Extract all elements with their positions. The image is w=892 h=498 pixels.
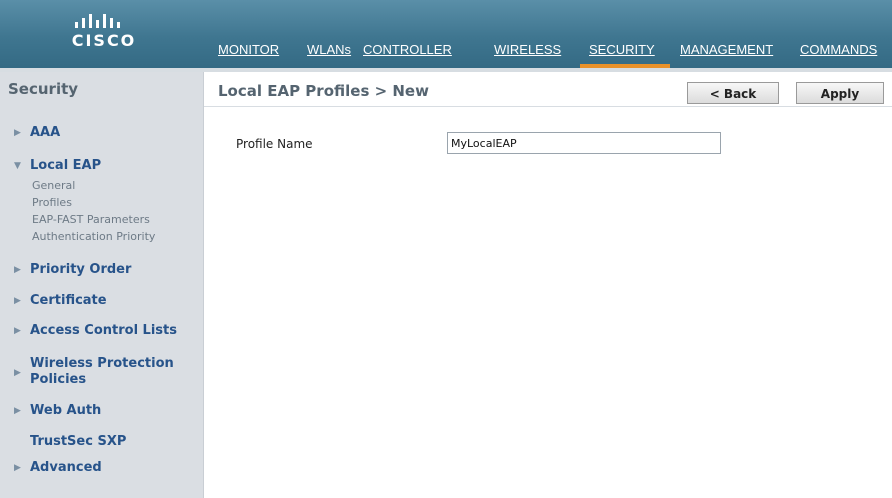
nav-commands[interactable]: COMMANDS — [800, 42, 877, 57]
sidebar-item-aaa[interactable]: ▶ AAA — [14, 125, 60, 140]
sidebar-item-label: Advanced — [30, 460, 102, 475]
arrow-right-icon: ▶ — [14, 325, 21, 336]
sidebar-item-local-eap[interactable]: ▼ Local EAP — [14, 158, 101, 173]
nav-wireless[interactable]: WIRELESS — [494, 42, 561, 57]
sidebar-subitem-general[interactable]: General — [32, 179, 75, 192]
arrow-right-icon: ▶ — [14, 405, 21, 416]
profile-name-input[interactable] — [447, 132, 721, 154]
sidebar-subitem-auth-priority[interactable]: Authentication Priority — [32, 230, 155, 243]
arrow-right-icon: ▶ — [14, 462, 21, 473]
top-header: CISCO MONITOR WLANs CONTROLLER WIRELESS … — [0, 0, 892, 68]
cisco-logo: CISCO — [44, 10, 164, 60]
sidebar: Security ▶ AAA ▼ Local EAP General Profile… — [0, 72, 204, 498]
sidebar-item-label: Wireless Protection Policies — [30, 356, 174, 387]
sidebar-item-label: AAA — [30, 125, 61, 140]
sidebar-item-label: Web Auth — [30, 403, 102, 418]
page-title: Local EAP Profiles > New — [218, 82, 429, 100]
nav-monitor-label: MONITOR — [218, 42, 280, 57]
sidebar-item-priority-order[interactable]: ▶ Priority Order — [14, 262, 131, 277]
sidebar-item-label: Local EAP — [30, 158, 102, 173]
arrow-right-icon: ▶ — [14, 368, 21, 378]
sidebar-subitem-eap-fast[interactable]: EAP-FAST Parameters — [32, 213, 150, 226]
nav-security-label: SECURITY — [589, 42, 655, 57]
sidebar-item-web-auth[interactable]: ▶ Web Auth — [14, 403, 101, 418]
profile-name-label: Profile Name — [236, 137, 313, 151]
nav-commands-label: COMMANDS — [800, 42, 878, 57]
arrow-right-icon: ▶ — [14, 295, 21, 306]
nav-wlans-label: WLANs — [307, 42, 352, 57]
sidebar-item-label: Priority Order — [30, 262, 132, 277]
nav-controller-label: CONTROLLER — [363, 42, 452, 57]
sidebar-title: Security — [8, 80, 79, 98]
nav-management-label: MANAGEMENT — [680, 42, 774, 57]
back-button[interactable]: < Back — [687, 82, 779, 104]
arrow-right-icon: ▶ — [14, 127, 21, 138]
sidebar-item-label: TrustSec SXP — [30, 434, 127, 449]
cisco-bars-icon — [75, 14, 120, 28]
sidebar-item-label: Access Control Lists — [30, 323, 177, 338]
sidebar-item-acl[interactable]: ▶ Access Control Lists — [14, 323, 177, 338]
nav-controller[interactable]: CONTROLLER — [363, 42, 452, 57]
sidebar-item-trustsec[interactable]: TrustSec SXP — [14, 434, 126, 449]
sidebar-item-certificate[interactable]: ▶ Certificate — [14, 293, 107, 308]
arrow-right-icon: ▶ — [14, 264, 21, 275]
arrow-down-icon: ▼ — [14, 160, 21, 171]
sidebar-subitem-profiles[interactable]: Profiles — [32, 196, 72, 209]
nav-monitor[interactable]: MONITOR — [218, 42, 279, 57]
sidebar-item-advanced[interactable]: ▶ Advanced — [14, 460, 102, 475]
content-divider — [204, 106, 892, 107]
apply-button[interactable]: Apply — [796, 82, 884, 104]
sidebar-item-wireless-protection[interactable]: ▶ Wireless Protection Policies — [14, 356, 199, 388]
nav-management[interactable]: MANAGEMENT — [680, 42, 773, 57]
logo-text: CISCO — [71, 31, 137, 50]
nav-wireless-label: WIRELESS — [494, 42, 562, 57]
sidebar-item-label: Certificate — [30, 293, 107, 308]
nav-security[interactable]: SECURITY — [589, 42, 655, 57]
nav-wlans[interactable]: WLANs — [307, 42, 351, 57]
